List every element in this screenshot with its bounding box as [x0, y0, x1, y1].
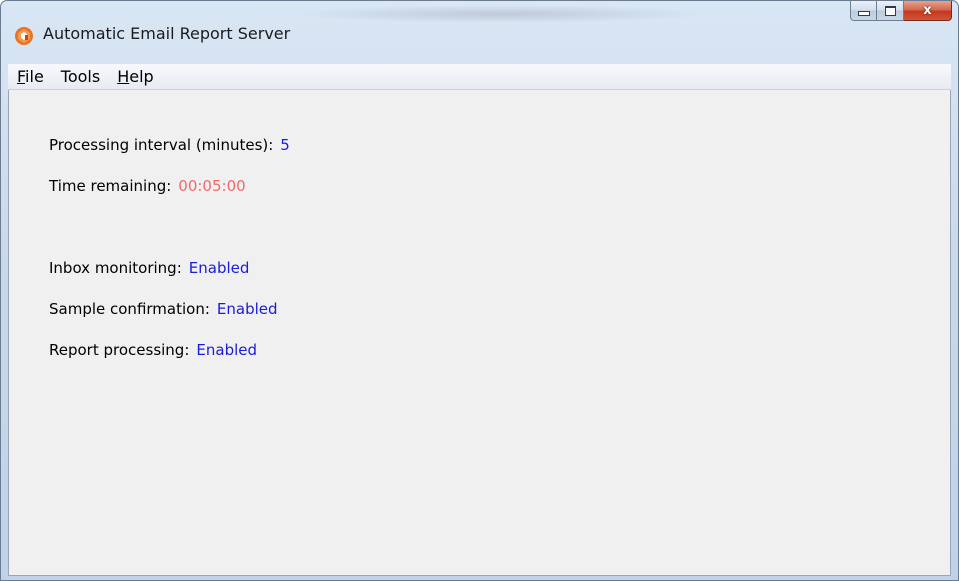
- menu-file-label: ile: [25, 67, 44, 86]
- menu-tools-label: Tools: [60, 67, 101, 86]
- menu-file[interactable]: File: [8, 64, 52, 89]
- close-button[interactable]: x: [904, 1, 952, 21]
- processing-interval-value: 5: [280, 136, 290, 154]
- close-icon: x: [923, 3, 932, 18]
- window-title: Automatic Email Report Server: [43, 24, 291, 43]
- menu-bar: File Tools Help: [8, 64, 951, 90]
- caption-buttons: x: [850, 1, 952, 21]
- processing-interval-label: Processing interval (minutes):: [49, 136, 274, 154]
- menu-help-mnemonic: H: [117, 67, 130, 86]
- inbox-monitoring-row: Inbox monitoring: Enabled: [49, 259, 249, 277]
- minimize-icon: [857, 11, 870, 16]
- title-bar-glow: [291, 5, 711, 23]
- client-area: Processing interval (minutes): 5 Time rem…: [8, 90, 951, 576]
- time-remaining-value: 00:05:00: [178, 177, 246, 195]
- processing-interval-row: Processing interval (minutes): 5: [49, 136, 290, 154]
- minimize-button[interactable]: [850, 1, 877, 21]
- app-logo-icon[interactable]: [14, 26, 34, 46]
- title-bar[interactable]: Automatic Email Report Server x: [1, 1, 958, 61]
- maximize-button[interactable]: [877, 1, 904, 21]
- report-processing-label: Report processing:: [49, 341, 190, 359]
- inbox-monitoring-value: Enabled: [188, 259, 250, 277]
- inbox-monitoring-label: Inbox monitoring:: [49, 259, 182, 277]
- sample-confirmation-value: Enabled: [216, 300, 278, 318]
- sample-confirmation-row: Sample confirmation: Enabled: [49, 300, 278, 318]
- time-remaining-label: Time remaining:: [49, 177, 172, 195]
- time-remaining-row: Time remaining: 00:05:00: [49, 177, 246, 195]
- sample-confirmation-label: Sample confirmation:: [49, 300, 210, 318]
- menu-file-mnemonic: F: [17, 67, 26, 86]
- menu-help[interactable]: Help: [108, 64, 161, 89]
- report-processing-value: Enabled: [196, 341, 258, 359]
- app-window: Automatic Email Report Server x File Too…: [0, 0, 959, 581]
- menu-tools[interactable]: Tools: [52, 64, 108, 89]
- maximize-icon: [884, 5, 896, 16]
- report-processing-row: Report processing: Enabled: [49, 341, 257, 359]
- menu-help-label: elp: [129, 67, 154, 86]
